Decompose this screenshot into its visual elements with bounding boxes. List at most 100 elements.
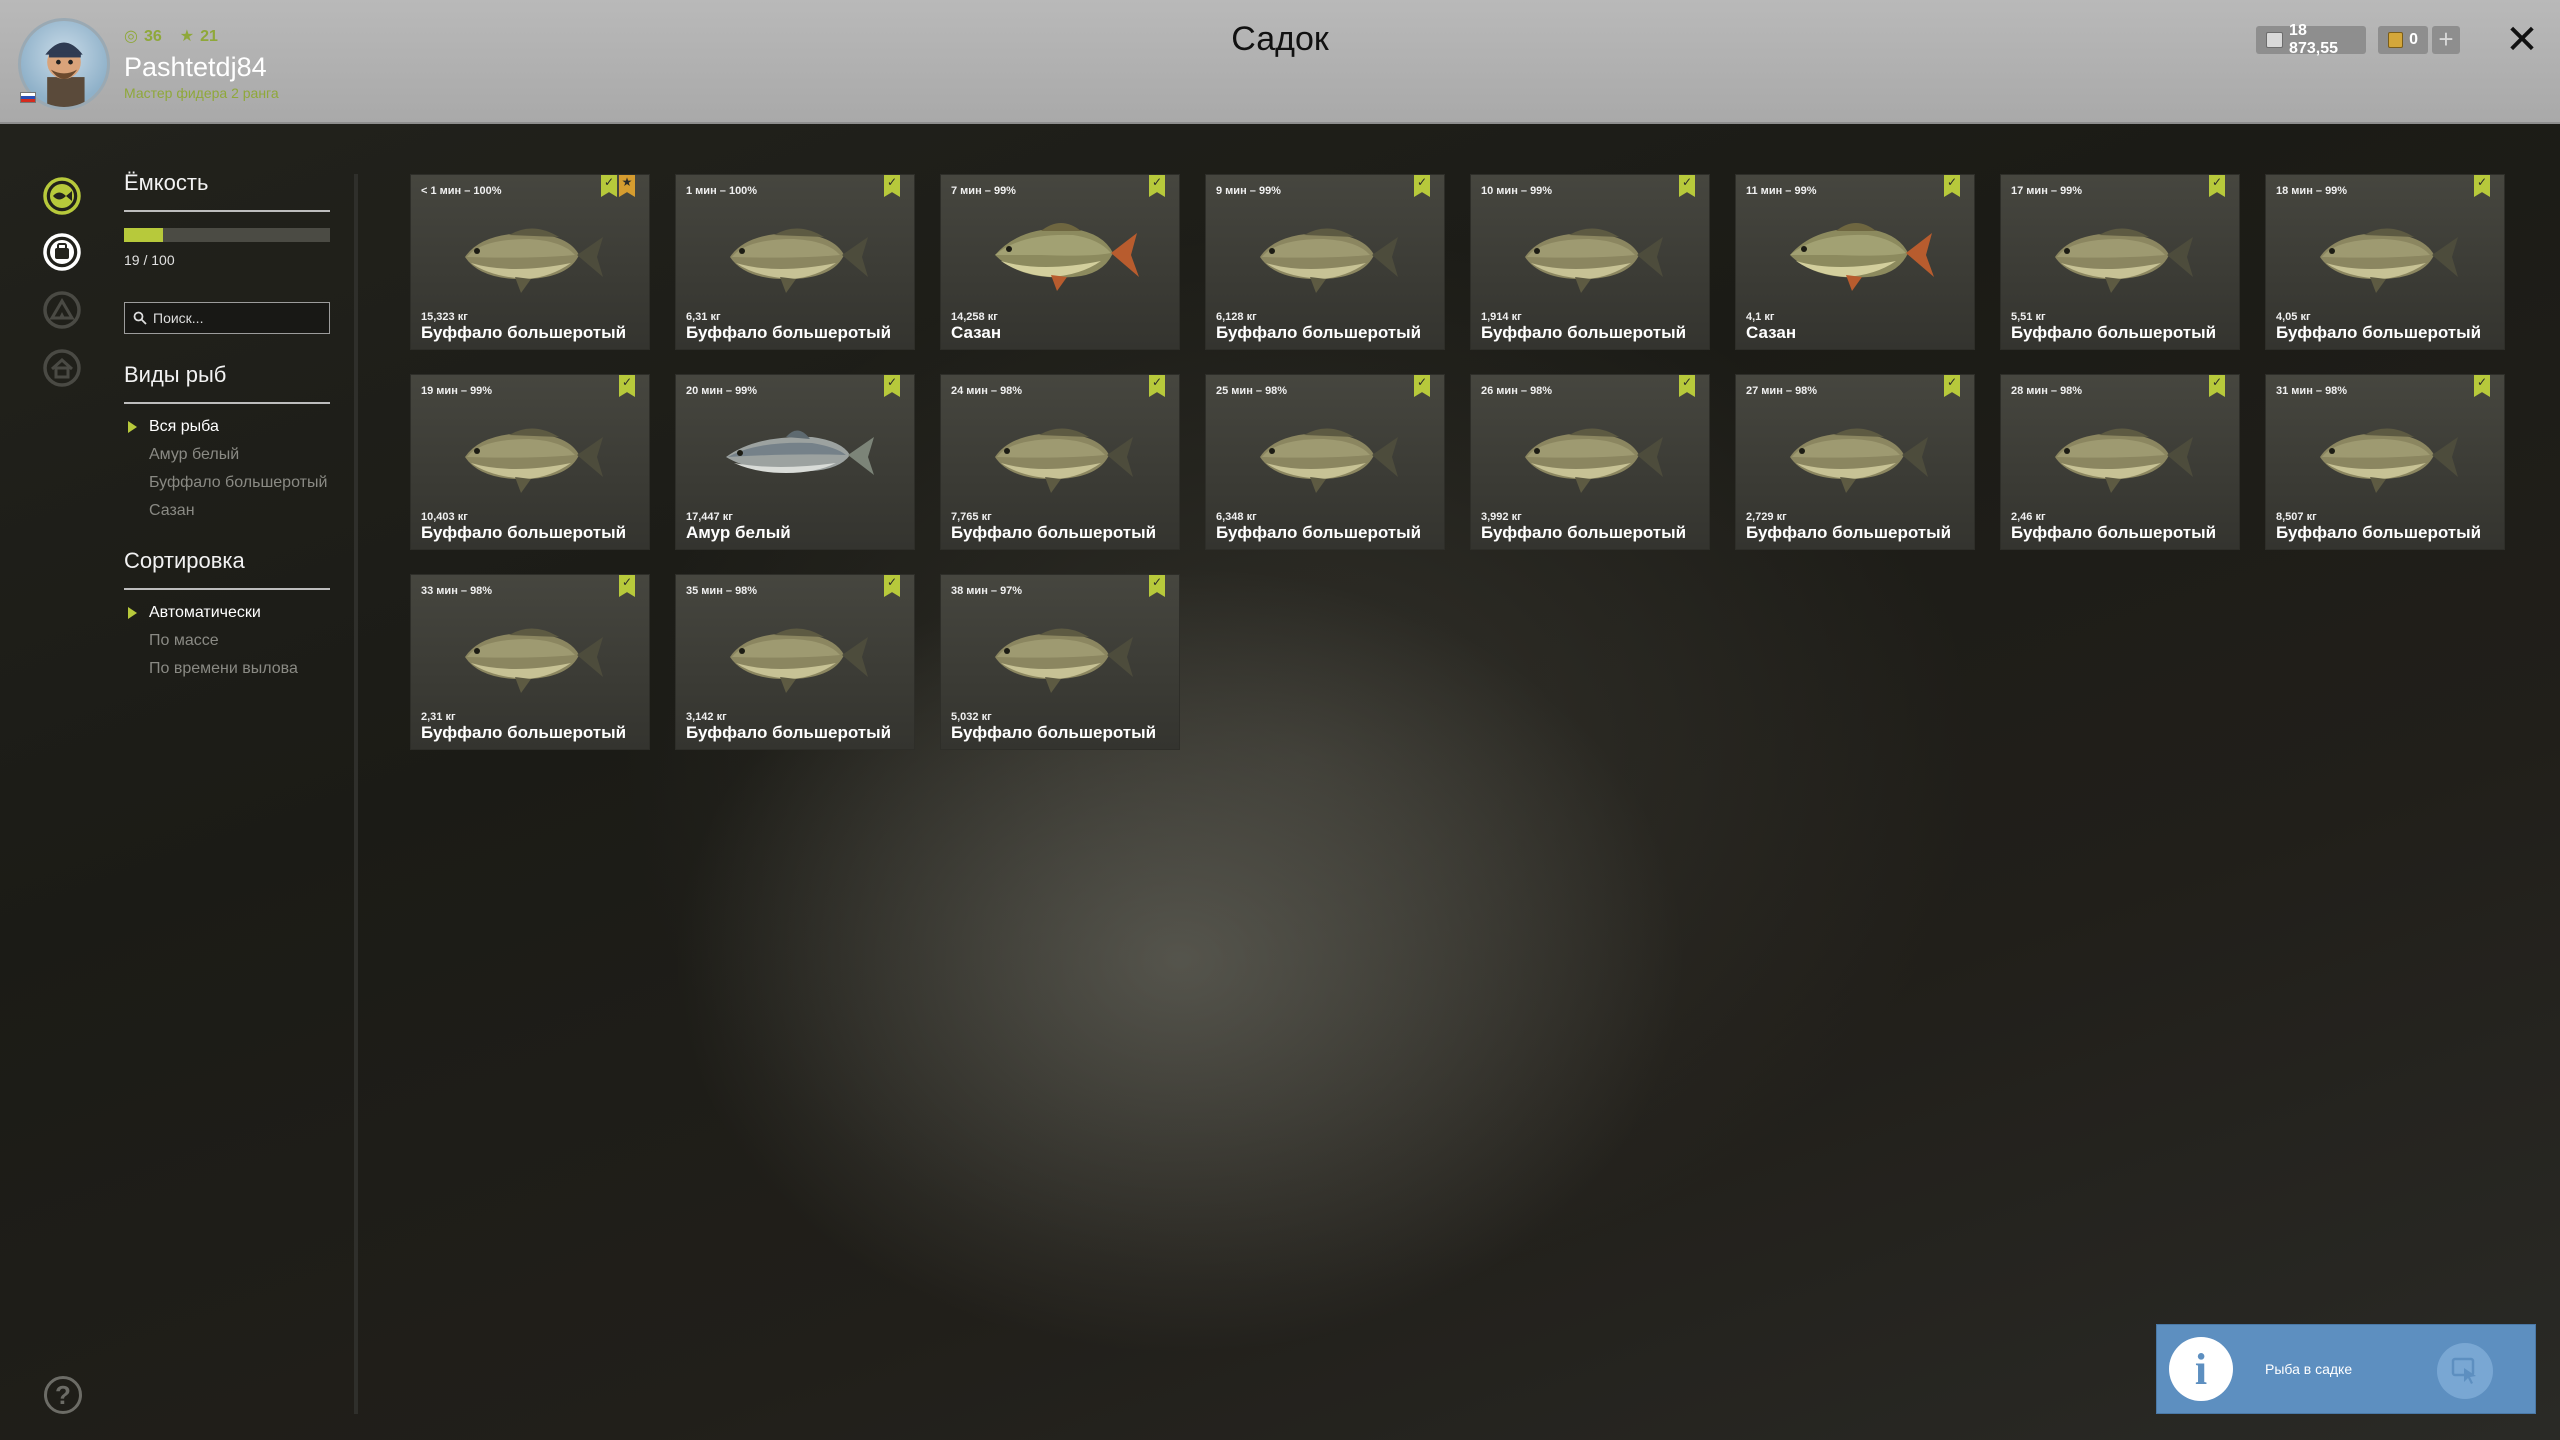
fish-name: Буффало большеротый (686, 723, 892, 742)
fish-card[interactable]: 10 мин – 99% ✓ 1,914 кг Буффало большеротый (1470, 174, 1710, 350)
fish-buffalo-icon (981, 603, 1141, 703)
tent-icon[interactable] (42, 290, 82, 330)
fish-type-item[interactable]: Амур белый (124, 446, 330, 464)
fish-name: Буффало большеротый (1481, 323, 1687, 342)
fish-weight: 3,142 кг (686, 711, 727, 723)
fish-catch-time: 26 мин – 98% (1481, 385, 1553, 397)
fish-catch-time: 20 мин – 99% (686, 385, 758, 397)
bookmark-check-icon[interactable]: ✓ (2474, 175, 2490, 197)
notification-toast[interactable]: i Рыба в садке (2156, 1324, 2536, 1414)
fish-type-item-label: Амур белый (149, 446, 240, 463)
fish-catch-time: 10 мин – 99% (1481, 185, 1553, 197)
silver-balance[interactable]: 18 873,55 (2256, 22, 2366, 57)
selected-arrow-icon (128, 607, 137, 619)
bookmark-check-icon[interactable]: ✓ (2474, 375, 2490, 397)
fish-card[interactable]: 20 мин – 99% ✓ 17,447 кг Амур белый (675, 374, 915, 550)
search-icon (133, 311, 147, 325)
search-input[interactable] (153, 310, 323, 326)
capacity-bar-fill (124, 228, 164, 242)
fish-type-item[interactable]: Сазан (124, 502, 330, 520)
fish-card[interactable]: 9 мин – 99% ✓ 6,128 кг Буффало большеротый (1205, 174, 1445, 350)
fish-type-item[interactable]: Вся рыба (124, 418, 330, 436)
fish-card[interactable]: 11 мин – 99% ✓ 4,1 кг Сазан (1735, 174, 1975, 350)
help-icon[interactable]: ? (44, 1376, 82, 1414)
fish-catch-time: 19 мин – 99% (421, 385, 493, 397)
fish-keepnet-icon[interactable] (42, 176, 82, 216)
fish-type-item-label: Буффало большеротый (149, 474, 328, 491)
fish-buffalo-icon (451, 403, 611, 503)
fish-buffalo-icon (716, 603, 876, 703)
bookmark-check-icon[interactable]: ✓ (1414, 175, 1430, 197)
info-icon: i (2169, 1337, 2233, 1401)
sort-option-item[interactable]: По массе (124, 632, 330, 650)
fish-card[interactable]: 27 мин – 98% ✓ 2,729 кг Буффало большеротый (1735, 374, 1975, 550)
fish-weight: 5,51 кг (2011, 311, 2046, 323)
fish-type-item[interactable]: Буффало большеротый (124, 474, 330, 492)
bookmark-check-icon[interactable]: ✓ (1149, 575, 1165, 597)
selected-arrow-icon (128, 421, 137, 433)
bookmark-check-icon[interactable]: ✓ (1414, 375, 1430, 397)
fish-card[interactable]: 17 мин – 99% ✓ 5,51 кг Буффало большеротый (2000, 174, 2240, 350)
fish-catch-time: 17 мин – 99% (2011, 185, 2083, 197)
gold-coins-icon (2388, 32, 2404, 48)
panel-divider (354, 174, 358, 1414)
fish-card[interactable]: 28 мин – 98% ✓ 2,46 кг Буффало большеротый (2000, 374, 2240, 550)
bookmark-check-icon[interactable]: ✓ (619, 575, 635, 597)
fish-name: Буффало большеротый (421, 523, 627, 542)
fish-card[interactable]: 1 мин – 100% ✓ 6,31 кг Буффало большеротый (675, 174, 915, 350)
fish-carp-icon (1776, 203, 1936, 303)
fish-card[interactable]: 38 мин – 97% ✓ 5,032 кг Буффало большеротый (940, 574, 1180, 750)
bookmark-check-icon[interactable]: ✓ (884, 575, 900, 597)
fish-card[interactable]: < 1 мин – 100% ✓ ★ 15,323 кг Буффало большер… (410, 174, 650, 350)
bookmark-check-icon[interactable]: ✓ (884, 375, 900, 397)
sort-option-item[interactable]: По времени вылова (124, 660, 330, 678)
close-button[interactable]: ✕ (2502, 20, 2542, 60)
sort-title: Сортировка (124, 548, 330, 590)
player-rank: Мастер фидера 2 ранга (124, 85, 279, 101)
fish-name: Буффало большеротый (1216, 523, 1422, 542)
fish-card[interactable]: 35 мин – 98% ✓ 3,142 кг Буффало большеротый (675, 574, 915, 750)
sort-option-item-label: По массе (149, 632, 219, 649)
gold-balance[interactable]: 0 (2378, 26, 2428, 54)
fish-card[interactable]: 31 мин – 98% ✓ 8,507 кг Буффало большеротый (2265, 374, 2505, 550)
bookmark-check-icon[interactable]: ✓ (2209, 175, 2225, 197)
fish-catch-time: 27 мин – 98% (1746, 385, 1818, 397)
bookmark-check-icon[interactable]: ✓ (2209, 375, 2225, 397)
bookmark-check-icon[interactable]: ✓ (1944, 375, 1960, 397)
fish-card[interactable]: 33 мин – 98% ✓ 2,31 кг Буффало большеротый (410, 574, 650, 750)
country-flag-icon (20, 92, 36, 103)
sort-option-item[interactable]: Автоматически (124, 604, 330, 622)
inventory-bag-icon[interactable] (42, 232, 82, 272)
fish-card[interactable]: 25 мин – 98% ✓ 6,348 кг Буффало большеротый (1205, 374, 1445, 550)
fish-weight: 2,46 кг (2011, 511, 2046, 523)
fish-card[interactable]: 18 мин – 99% ✓ 4,05 кг Буффало большеротый (2265, 174, 2505, 350)
fish-buffalo-icon (451, 203, 611, 303)
fish-card[interactable]: 26 мин – 98% ✓ 3,992 кг Буффало большеротый (1470, 374, 1710, 550)
bookmark-check-icon[interactable]: ✓ (619, 375, 635, 397)
fish-catch-time: 7 мин – 99% (951, 185, 1016, 197)
bookmark-star-icon[interactable]: ★ (619, 175, 635, 197)
fish-card[interactable]: 19 мин – 99% ✓ 10,403 кг Буффало большероты… (410, 374, 650, 550)
bookmark-check-icon[interactable]: ✓ (1679, 375, 1695, 397)
bookmark-check-icon[interactable]: ✓ (884, 175, 900, 197)
fish-catch-time: 38 мин – 97% (951, 585, 1023, 597)
house-icon[interactable] (42, 348, 82, 388)
cursor-click-icon[interactable] (2437, 1343, 2493, 1399)
bookmark-check-icon[interactable]: ✓ (1944, 175, 1960, 197)
fish-card[interactable]: 7 мин – 99% ✓ 14,258 кг Сазан (940, 174, 1180, 350)
bookmark-check-icon[interactable]: ✓ (1149, 375, 1165, 397)
fish-buffalo-icon (451, 603, 611, 703)
bookmark-check-icon[interactable]: ✓ (601, 175, 617, 197)
fish-name: Буффало большеротый (951, 723, 1157, 742)
fish-catch-time: 18 мин – 99% (2276, 185, 2348, 197)
bookmark-check-icon[interactable]: ✓ (1679, 175, 1695, 197)
add-currency-button[interactable]: + (2432, 26, 2460, 54)
silver-coins-icon (2266, 32, 2284, 48)
bookmark-check-icon[interactable]: ✓ (1149, 175, 1165, 197)
fish-name: Сазан (1746, 323, 1797, 342)
fish-card[interactable]: 24 мин – 98% ✓ 7,765 кг Буффало большеротый (940, 374, 1180, 550)
search-box[interactable] (124, 302, 330, 334)
sort-option-item-label: По времени вылова (149, 660, 298, 677)
fish-buffalo-icon (1511, 203, 1671, 303)
fish-buffalo-icon (1246, 403, 1406, 503)
